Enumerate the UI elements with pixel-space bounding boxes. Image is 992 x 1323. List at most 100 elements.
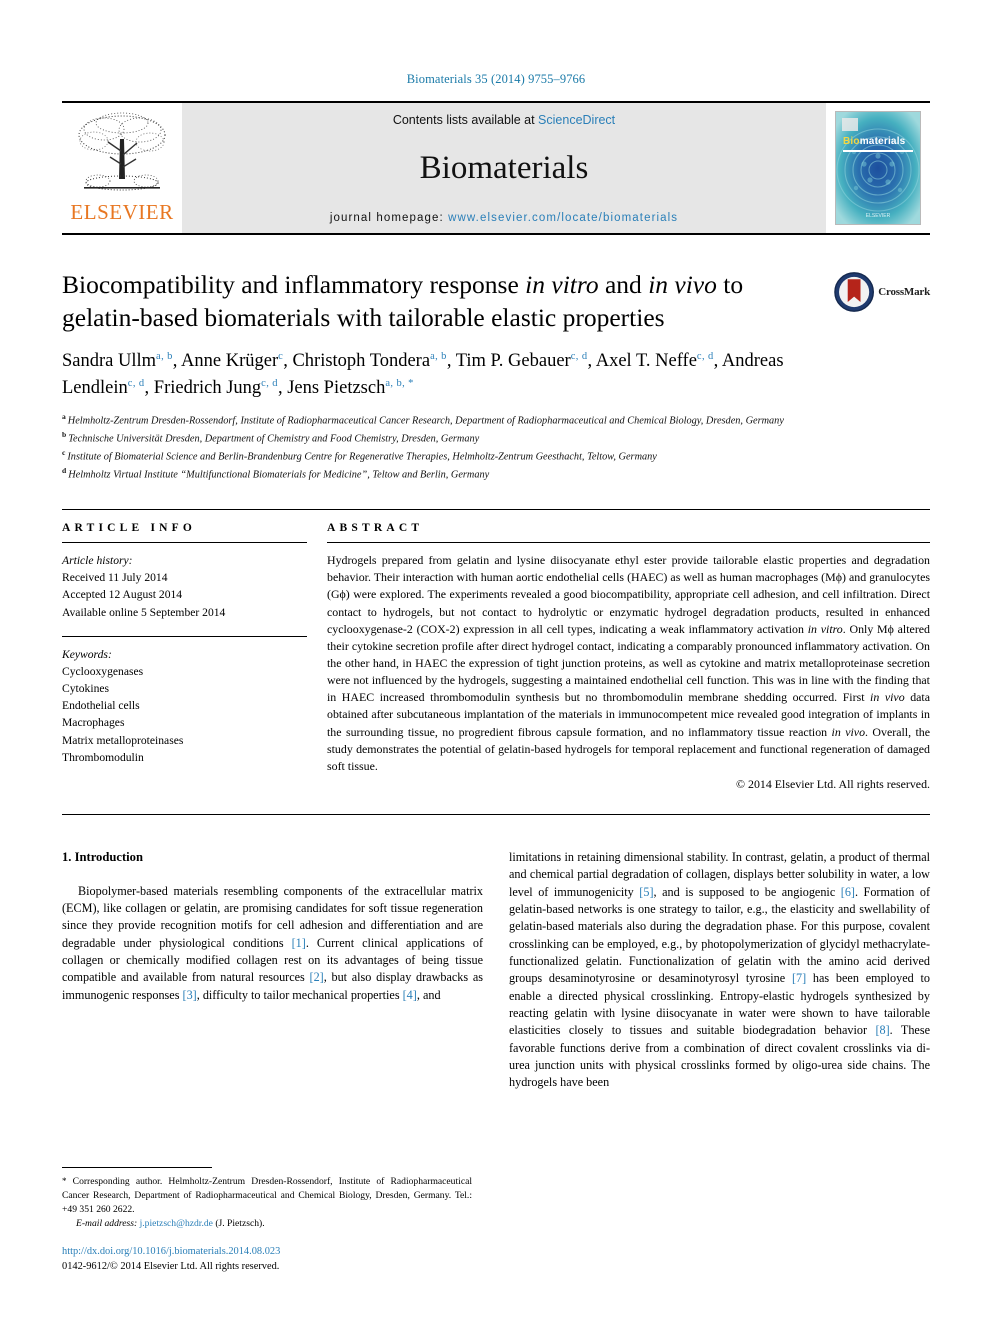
cover-title-materials: materials [859, 136, 906, 147]
author-affiliation-mark[interactable]: a, b [430, 351, 447, 362]
affiliation-mark: a [62, 411, 66, 421]
section-divider [62, 813, 930, 815]
running-head: Biomaterials 35 (2014) 9755–9766 [406, 72, 586, 86]
abstract-copyright: © 2014 Elsevier Ltd. All rights reserved… [736, 776, 930, 791]
history-accepted: Accepted 12 August 2014 [62, 588, 183, 602]
author-entry: Sandra Ullma, b [62, 351, 173, 371]
article-info-heading: ARTICLE INFO [62, 522, 197, 535]
citation-ref-6[interactable]: [6] [841, 885, 855, 899]
author-affiliation-mark[interactable]: c, d [697, 351, 714, 362]
author-name: Sandra Ullm [62, 351, 157, 372]
intro-left-d: , difficulty to tailor mechanical proper… [196, 987, 403, 1002]
doi-block: http://dx.doi.org/10.1016/j.biomaterials… [62, 1244, 472, 1275]
author-name: Tim P. Gebauer [455, 351, 571, 372]
author-affiliation-mark[interactable]: c, d [571, 351, 588, 362]
abstract-heading: ABSTRACT [327, 522, 424, 535]
author-affiliation-mark[interactable]: a, b, * [385, 378, 413, 389]
email-line: E-mail address: j.pietzsch@hzdr.de (J. P… [62, 1217, 472, 1231]
author-list: Sandra Ullma, b, Anne Krügerc, Christoph… [62, 351, 784, 399]
abstract-rule [327, 542, 930, 544]
author-entry: Axel T. Neffec, d [596, 351, 714, 371]
keyword-item: Cytokines [62, 682, 110, 696]
author-affiliation-mark[interactable]: c, d [128, 378, 145, 389]
author-name: Friedrich Jung [153, 378, 262, 399]
sciencedirect-link[interactable]: ScienceDirect [538, 113, 615, 127]
abstract-column: ABSTRACT Hydrogels prepared from gelatin… [327, 510, 930, 792]
introduction-heading: 1. Introduction [62, 849, 143, 864]
affiliation-list: a Helmholtz-Zentrum Dresden-Rossendorf, I… [62, 411, 862, 483]
article-history-block: Article history: Received 11 July 2014 A… [62, 552, 307, 621]
author-entry: Jens Pietzscha, b, * [287, 378, 414, 398]
elsevier-wordmark: ELSEVIER [70, 200, 174, 224]
citation-ref-1[interactable]: [1] [292, 936, 306, 950]
masthead-center: Contents lists available at ScienceDirec… [182, 103, 826, 233]
affiliation-text: Helmholtz Virtual Institute “Multifuncti… [68, 469, 490, 481]
email-link[interactable]: j.pietzsch@hzdr.de [140, 1218, 213, 1229]
crossmark-label: CrossMark [878, 286, 930, 298]
affiliation-mark: b [62, 429, 67, 439]
cover-publisher-mark [842, 118, 858, 131]
citation-ref-3[interactable]: [3] [183, 988, 197, 1002]
body-column-left: 1. Introduction Biopolymer-based materia… [62, 849, 483, 1092]
article-info-column: ARTICLE INFO Article history: Received 1… [62, 510, 307, 792]
history-received: Received 11 July 2014 [62, 571, 168, 585]
cover-footer: ELSEVIER [865, 213, 891, 219]
crossmark-badge[interactable]: CrossMark [834, 263, 930, 321]
journal-masthead: ELSEVIER Contents lists available at Sci… [62, 101, 930, 235]
elsevier-tree-icon [78, 112, 166, 191]
keyword-item: Matrix metalloproteinases [62, 733, 184, 747]
title-em-in-vitro: in vitro [525, 270, 599, 299]
abstract-em-1: in vitro [807, 621, 843, 636]
keyword-item: Cyclooxygenases [62, 664, 144, 678]
email-suffix: (J. Pietzsch). [212, 1217, 265, 1229]
keywords-label: Keywords: [62, 647, 112, 661]
contents-available-line: Contents lists available at ScienceDirec… [393, 113, 615, 127]
citation-ref-5[interactable]: [5] [639, 885, 653, 899]
intro-right-b: , and is supposed to be angiogenic [653, 884, 841, 899]
abstract-em-2: in vivo [870, 690, 905, 705]
cover-divider [843, 150, 913, 152]
info-abstract-section: ARTICLE INFO Article history: Received 1… [62, 509, 930, 792]
affiliation-item: c Institute of Biomaterial Science and Be… [62, 447, 862, 465]
author-entry: Anne Krügerc [181, 351, 283, 371]
author-affiliation-mark[interactable]: c, d [261, 378, 278, 389]
author-name: Christoph Tondera [292, 351, 431, 372]
contents-prefix: Contents lists available at [392, 113, 539, 127]
title-block: Biocompatibility and inflammatory respon… [62, 269, 930, 334]
history-available: Available online 5 September 2014 [62, 605, 226, 619]
abstract-em-3: in vivo [831, 724, 866, 739]
homepage-prefix: journal homepage: [329, 212, 449, 224]
doi-link[interactable]: http://dx.doi.org/10.1016/j.biomaterials… [62, 1244, 472, 1260]
author-entry: Friedrich Jungc, d [154, 378, 278, 398]
article-info-rule [62, 542, 307, 544]
journal-homepage-line: journal homepage: www.elsevier.com/locat… [330, 212, 678, 224]
footnote-block: * Corresponding author. Helmholtz-Zentru… [62, 1167, 472, 1275]
footnote-text: Corresponding author. Helmholtz-Zentrum … [62, 1176, 472, 1215]
title-em-in-vivo: in vivo [648, 270, 717, 299]
introduction-paragraph-right: limitations in retaining dimensional sta… [509, 849, 930, 1092]
author-affiliation-mark[interactable]: c [278, 351, 283, 362]
cover-image: Biomaterials ELSEVIER [835, 111, 921, 225]
email-label: E-mail address: [76, 1217, 138, 1229]
author-affiliation-mark[interactable]: a, b [156, 351, 173, 362]
keyword-item: Macrophages [62, 716, 125, 730]
footnote-rule [62, 1167, 212, 1169]
citation-ref-4[interactable]: [4] [403, 988, 417, 1002]
author-entry: Christoph Tonderaa, b [292, 351, 446, 371]
journal-homepage-link[interactable]: www.elsevier.com/locate/biomaterials [448, 212, 678, 224]
keyword-item: Endothelial cells [62, 699, 140, 713]
affiliation-item: b Technische Universität Dresden, Departm… [62, 429, 862, 447]
author-name: Anne Krüger [181, 351, 279, 372]
citation-ref-2[interactable]: [2] [310, 970, 324, 984]
body-columns: 1. Introduction Biopolymer-based materia… [62, 849, 930, 1092]
citation-ref-8[interactable]: [8] [875, 1023, 889, 1037]
affiliation-text: Helmholtz-Zentrum Dresden-Rossendorf, In… [67, 415, 784, 427]
introduction-paragraph-left: Biopolymer-based materials resembling co… [62, 883, 483, 1004]
affiliation-item: d Helmholtz Virtual Institute “Multifunct… [62, 465, 862, 483]
title-part-2: and [598, 270, 649, 299]
title-part-1: Biocompatibility and inflammatory respon… [62, 270, 526, 299]
citation-ref-7[interactable]: [7] [792, 971, 806, 985]
author-entry: Tim P. Gebauerc, d [456, 351, 588, 371]
affiliation-mark: d [62, 466, 67, 476]
